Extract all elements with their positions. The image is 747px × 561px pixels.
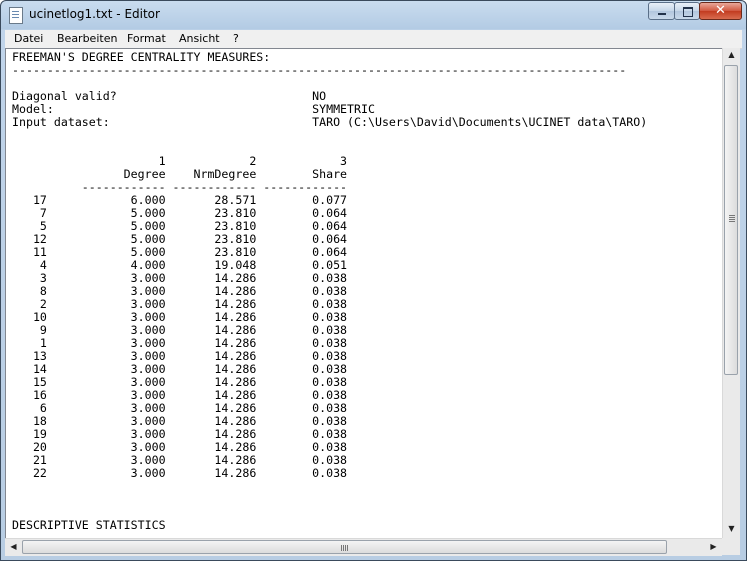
text-line: 12 5.000 23.810 0.064 (12, 232, 348, 246)
close-icon: ✕ (715, 3, 726, 18)
text-line: 11 5.000 23.810 0.064 (12, 245, 348, 259)
notepad-icon (9, 7, 23, 24)
menu-datei[interactable]: Datei (14, 32, 43, 45)
grip-line (345, 545, 346, 551)
minimize-icon (658, 13, 666, 15)
text-line: ------------ ------------ ------------ (12, 180, 348, 194)
menu-ansicht[interactable]: Ansicht (179, 32, 220, 45)
text-line: 22 3.000 14.286 0.038 (12, 466, 348, 480)
text-line: Degree NrmDegree Share (12, 167, 348, 181)
grip-icon (729, 215, 735, 216)
text-line: 1 2 3 (12, 154, 348, 168)
horizontal-scrollbar[interactable]: ◀ ▶ (5, 538, 722, 556)
scroll-right-icon[interactable]: ▶ (705, 542, 722, 551)
text-line: Model: SYMMETRIC (12, 102, 375, 116)
title-bar[interactable]: ucinetlog1.txt - Editor ✕ (1, 1, 746, 29)
horizontal-scroll-thumb[interactable] (22, 540, 667, 554)
grip-icon (341, 545, 342, 551)
grip-line (729, 221, 735, 222)
text-line: Input dataset: TARO (C:\Users\David\Docu… (12, 115, 648, 129)
size-grip[interactable] (722, 538, 740, 555)
text-line: 14 3.000 14.286 0.038 (12, 362, 348, 376)
editor-window: ucinetlog1.txt - Editor ✕ Datei Bearbeit… (0, 0, 747, 561)
close-button[interactable]: ✕ (699, 2, 742, 20)
vertical-scroll-thumb[interactable] (724, 65, 738, 375)
menu-format[interactable]: Format (127, 32, 166, 45)
text-line: FREEMAN'S DEGREE CENTRALITY MEASURES: (12, 50, 271, 64)
maximize-button[interactable] (674, 2, 700, 20)
grip-line (729, 217, 735, 218)
menu-bearbeiten[interactable]: Bearbeiten (57, 32, 117, 45)
window-title: ucinetlog1.txt - Editor (29, 7, 160, 21)
vertical-scrollbar[interactable]: ▲ ▼ (722, 48, 740, 539)
text-line: 2 3.000 14.286 0.038 (12, 297, 348, 311)
text-line: 18 3.000 14.286 0.038 (12, 414, 348, 428)
minimize-button[interactable] (648, 2, 675, 20)
text-line: 5 5.000 23.810 0.064 (12, 219, 348, 233)
text-line: 20 3.000 14.286 0.038 (12, 440, 348, 454)
menu-help[interactable]: ? (233, 32, 239, 45)
text-line: 15 3.000 14.286 0.038 (12, 375, 348, 389)
grip-line (729, 219, 735, 220)
text-line: 19 3.000 14.286 0.038 (12, 427, 348, 441)
text-line: 6 3.000 14.286 0.038 (12, 401, 348, 415)
text-line: 13 3.000 14.286 0.038 (12, 349, 348, 363)
grip-line (343, 545, 344, 551)
text-line: 1 3.000 14.286 0.038 (12, 336, 348, 350)
text-line: 8 3.000 14.286 0.038 (12, 284, 348, 298)
text-line: Diagonal valid? NO (12, 89, 327, 103)
text-line: ----------------------------------------… (12, 63, 627, 77)
text-line: 9 3.000 14.286 0.038 (12, 323, 348, 337)
text-line: 17 6.000 28.571 0.077 (12, 193, 348, 207)
scroll-down-icon[interactable]: ▼ (723, 524, 740, 533)
scroll-up-icon[interactable]: ▲ (723, 50, 740, 59)
menu-bar: Datei Bearbeiten Format Ansicht ? (5, 30, 742, 49)
scroll-left-icon[interactable]: ◀ (5, 542, 22, 551)
text-area[interactable]: FREEMAN'S DEGREE CENTRALITY MEASURES: --… (5, 48, 726, 540)
text-line: 4 4.000 19.048 0.051 (12, 258, 348, 272)
text-line: 21 3.000 14.286 0.038 (12, 453, 348, 467)
text-line: 7 5.000 23.810 0.064 (12, 206, 348, 220)
text-line: 3 3.000 14.286 0.038 (12, 271, 348, 285)
document-text: FREEMAN'S DEGREE CENTRALITY MEASURES: --… (12, 51, 647, 532)
text-line: DESCRIPTIVE STATISTICS (12, 518, 166, 532)
text-line: 16 3.000 14.286 0.038 (12, 388, 348, 402)
text-line: 10 3.000 14.286 0.038 (12, 310, 348, 324)
grip-line (347, 545, 348, 551)
maximize-icon (683, 7, 693, 17)
